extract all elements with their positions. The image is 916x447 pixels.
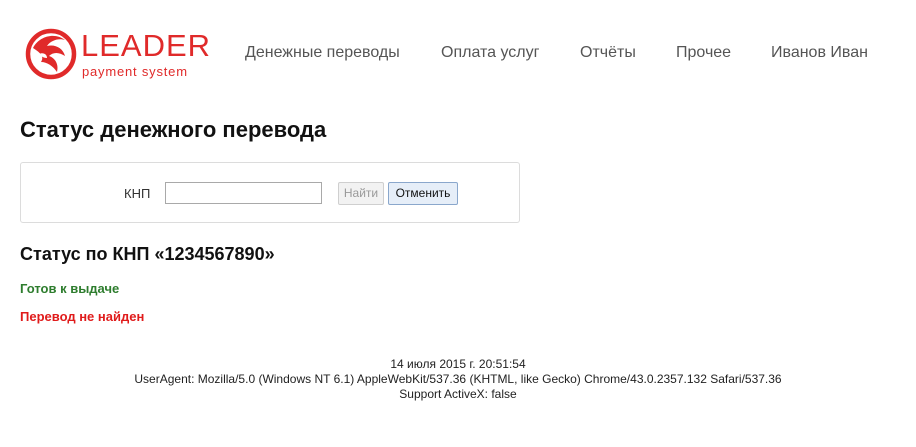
nav-item-reports[interactable]: Отчёты: [580, 44, 636, 62]
cancel-button[interactable]: Отменить: [388, 182, 458, 205]
nav-item-money-transfers[interactable]: Денежные переводы: [245, 44, 400, 62]
status-ready-text: Готов к выдаче: [20, 281, 120, 296]
page-title: Статус денежного перевода: [20, 117, 327, 142]
knp-input[interactable]: [165, 182, 322, 204]
find-button[interactable]: Найти: [338, 182, 384, 205]
nav-item-other[interactable]: Прочее: [676, 44, 731, 62]
status-not-found-text: Перевод не найден: [20, 309, 145, 324]
knp-label: КНП: [124, 186, 151, 201]
logo-subtitle: payment system: [82, 64, 188, 79]
main-nav: Денежные переводы Оплата услуг Отчёты Пр…: [0, 44, 916, 66]
footer-activex: Support ActiveX: false: [399, 387, 517, 401]
footer: 14 июля 2015 г. 20:51:54 UserAgent: Mozi…: [0, 357, 916, 402]
footer-datetime: 14 июля 2015 г. 20:51:54: [390, 357, 526, 371]
search-form: КНП Найти Отменить: [20, 162, 520, 223]
nav-item-payments[interactable]: Оплата услуг: [441, 44, 539, 62]
nav-item-user-menu[interactable]: Иванов Иван: [771, 44, 868, 62]
footer-user-agent: UserAgent: Mozilla/5.0 (Windows NT 6.1) …: [134, 372, 782, 386]
header: LEADER payment system Денежные переводы …: [0, 0, 916, 100]
status-heading: Статус по КНП «1234567890»: [20, 244, 275, 264]
